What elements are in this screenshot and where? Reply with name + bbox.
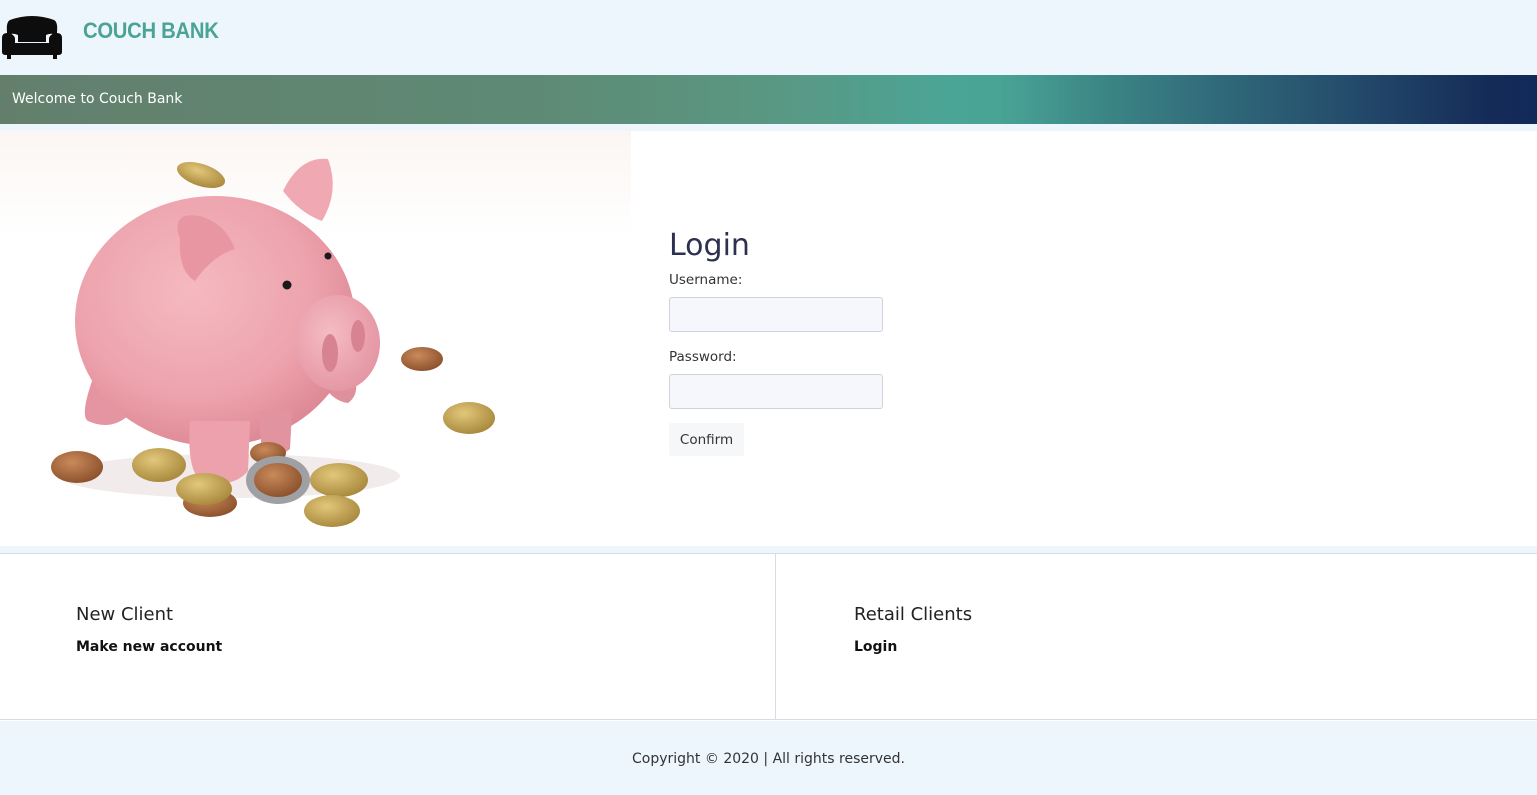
couch-icon[interactable] xyxy=(0,12,64,60)
confirm-button[interactable]: Confirm xyxy=(669,423,744,456)
client-cards: New Client Make new account Retail Clien… xyxy=(0,553,1537,720)
card-divider xyxy=(775,554,776,720)
username-input[interactable] xyxy=(669,297,883,332)
make-new-account-link[interactable]: Make new account xyxy=(76,639,222,655)
login-title: Login xyxy=(669,228,750,263)
new-client-title: New Client xyxy=(76,604,174,625)
site-footer: Copyright © 2020 | All rights reserved. xyxy=(0,721,1537,795)
copyright-text: Copyright © 2020 | All rights reserved. xyxy=(632,751,905,767)
retail-login-link[interactable]: Login xyxy=(854,639,897,655)
brand-name[interactable]: COUCH BANK xyxy=(83,18,219,44)
welcome-text: Welcome to Couch Bank xyxy=(12,91,183,107)
password-label: Password: xyxy=(669,349,737,365)
password-input[interactable] xyxy=(669,374,883,409)
hero-top-strip xyxy=(0,124,1537,131)
welcome-banner: Welcome to Couch Bank xyxy=(0,75,1537,124)
site-header: COUCH BANK xyxy=(0,0,1537,75)
piggy-bank-image xyxy=(0,131,631,546)
hero-section: Login Username: Password: Confirm xyxy=(0,131,1537,546)
section-divider xyxy=(0,546,1537,553)
username-label: Username: xyxy=(669,272,743,288)
retail-clients-title: Retail Clients xyxy=(854,604,973,625)
